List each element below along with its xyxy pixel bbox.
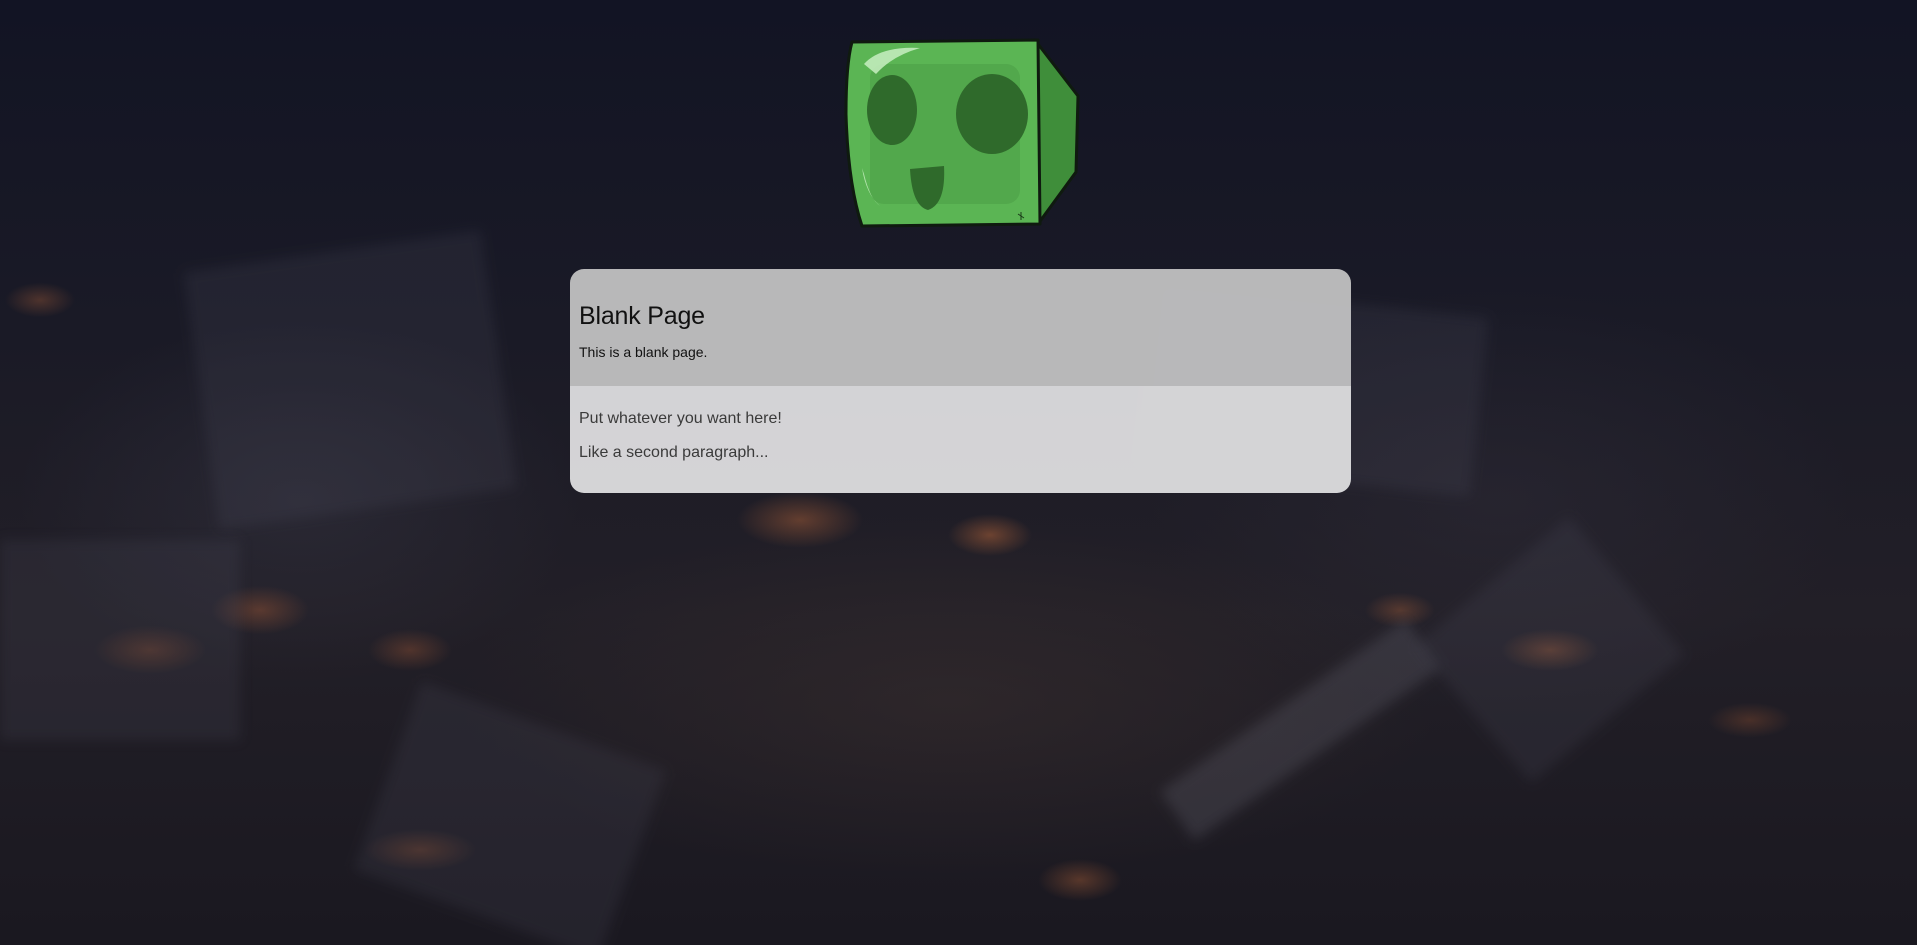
slime-icon bbox=[844, 38, 1080, 228]
slime-logo bbox=[840, 34, 1080, 234]
content-card: Blank Page This is a blank page. Put wha… bbox=[570, 269, 1351, 493]
body-paragraph: Put whatever you want here! bbox=[579, 410, 782, 427]
page-subtitle: This is a blank page. bbox=[579, 344, 708, 360]
page-title: Blank Page bbox=[579, 302, 705, 330]
body-paragraph: Like a second paragraph... bbox=[579, 444, 769, 461]
card-header: Blank Page This is a blank page. bbox=[570, 269, 1351, 386]
card-body: Put whatever you want here! Like a secon… bbox=[570, 386, 1351, 493]
